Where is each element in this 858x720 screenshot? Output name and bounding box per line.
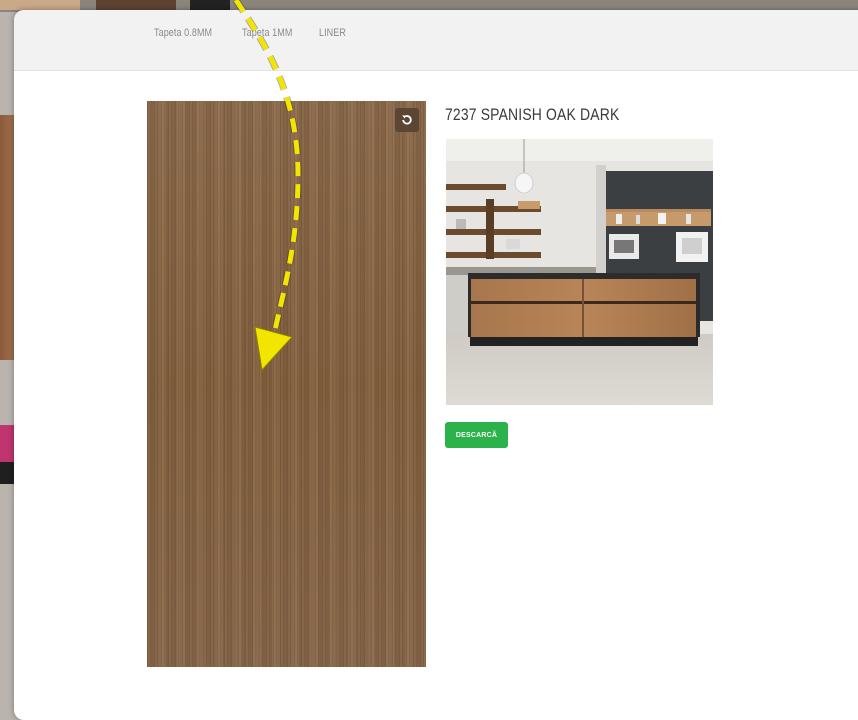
tab-tapeta-1mm[interactable]: Tapeta 1MM: [242, 27, 292, 39]
wood-swatch-preview: [147, 101, 426, 667]
download-button[interactable]: DESCARCĂ: [445, 422, 508, 448]
background-swatch: [0, 462, 14, 484]
rotate-icon: [402, 115, 412, 125]
kitchen-scene: [446, 139, 713, 405]
background-swatch: [0, 0, 80, 10]
product-modal: Tapeta 0.8MM Tapeta 1MM LINER 7237 SPANI…: [14, 10, 858, 720]
tab-tapeta-08mm[interactable]: Tapeta 0.8MM: [154, 27, 212, 39]
background-swatch: [0, 425, 14, 465]
background-swatch: [96, 0, 176, 10]
tab-bar: Tapeta 0.8MM Tapeta 1MM LINER: [14, 10, 858, 71]
product-title: 7237 SPANISH OAK DARK: [445, 105, 620, 124]
tab-liner[interactable]: LINER: [319, 27, 346, 39]
rotate-button[interactable]: [395, 108, 419, 132]
background-swatch: [190, 0, 230, 10]
background-swatch: [0, 115, 14, 360]
kitchen-preview-image[interactable]: [446, 139, 713, 405]
